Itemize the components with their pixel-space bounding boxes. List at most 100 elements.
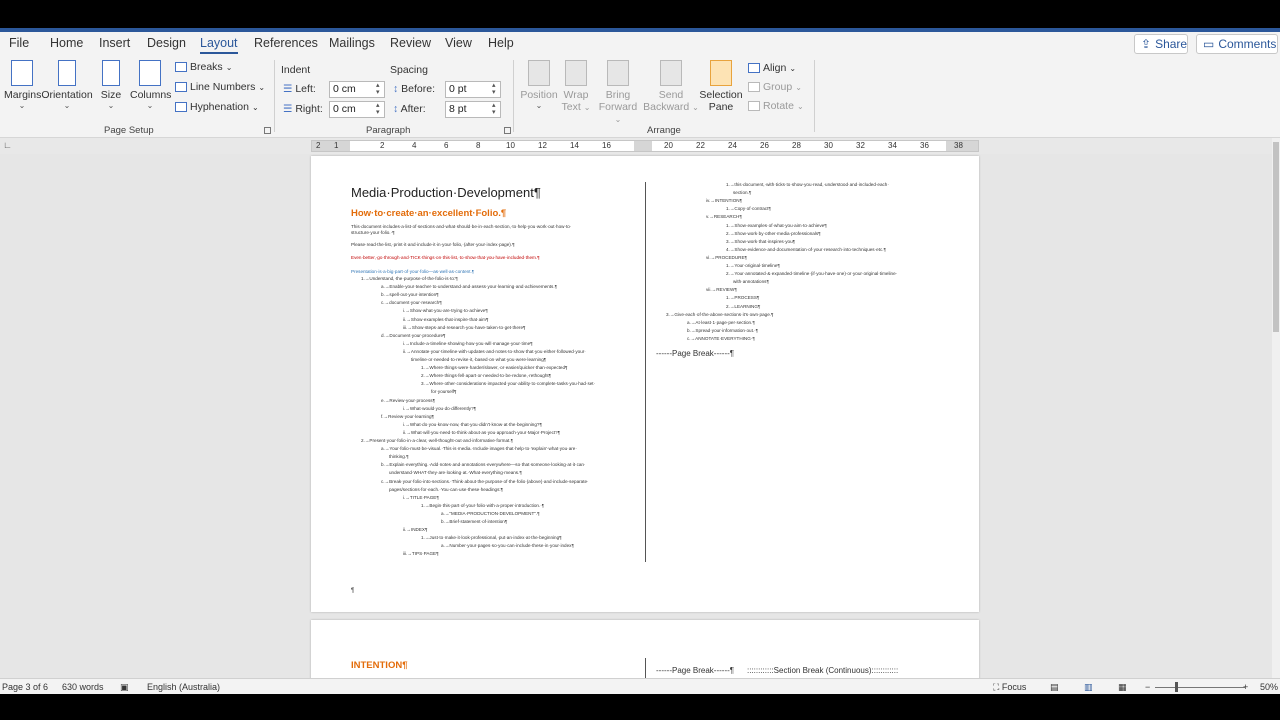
bring-forward-button[interactable]: Bring Forward ⌄ [594,60,642,126]
breaks-button[interactable]: Breaks ⌄ [175,61,232,73]
proofing-icon[interactable]: ▣ [120,682,129,693]
left-list-line: d.→Document·your·procedure¶ [381,332,446,338]
ruler-number: 32 [856,141,865,150]
page-setup-launcher-icon[interactable] [264,127,271,134]
left-list-line: ii.→What·will·you·need·to·think·about·as… [403,429,561,435]
paragraph-launcher-icon[interactable] [504,127,511,134]
wrap-text-icon [565,60,587,86]
right-list-line: vi.→PROCEDURE¶ [706,254,748,260]
spacing-before-input[interactable]: 0 pt [445,81,501,98]
size-button[interactable]: Size ⌄ [98,60,124,110]
tab-file[interactable]: File [9,36,29,50]
zoom-out-icon[interactable]: − [1145,682,1150,692]
margins-icon [11,60,33,86]
group-button[interactable]: Group ⌄ [748,81,802,93]
align-icon [748,63,760,73]
left-list-line: b.→spell·out·your·intention¶ [381,292,439,298]
indent-right-input[interactable]: 0 cm [329,101,385,118]
ruler-number: 34 [888,141,897,150]
breaks-label: Breaks [190,61,223,73]
backward-label-text: Backward [643,101,690,113]
selection-label: Selection [699,89,743,101]
margins-button[interactable]: Margins ⌄ [4,60,41,110]
web-layout-icon[interactable]: ▦ [1118,682,1127,693]
tab-home[interactable]: Home [50,36,83,50]
spacing-after-icon: ↕ [393,103,399,115]
word-count[interactable]: 630 words [62,682,104,692]
left-list-line: i.→What·would·you·do·differently?¶ [403,405,477,411]
tab-mailings[interactable]: Mailings [329,36,375,50]
tab-layout[interactable]: Layout [200,36,238,54]
bring-forward-icon [607,60,629,86]
wrap-text-button[interactable]: Wrap Text ⌄ [560,60,592,114]
chevron-down-icon: ⌄ [583,103,591,112]
spacing-after-input[interactable]: 8 pt [445,101,501,118]
orientation-label: Orientation [41,89,93,101]
chevron-down-icon: ⌄ [146,101,154,110]
forward-label: Forward ⌄ [594,101,642,126]
document-page[interactable]: Media·Production·Development¶ How·to·cre… [311,156,979,612]
section-break-text: Section Break (Continuous) [773,666,872,675]
heading-excellent-folio: How·to·create·an·excellent·Folio.¶ [351,208,507,219]
right-list-line: a.→At·least·1·page·per·section.¶ [687,319,755,325]
print-layout-icon[interactable]: ▥ [1084,682,1093,693]
right-list-line: 4.→Show·evidence·and·documentation·of·yo… [726,246,887,252]
left-list-line: timeline·or·needed·to·revise·it,·based·o… [411,357,547,362]
pilcrow-mark: ¶ [351,588,355,594]
group-separator [274,60,275,132]
ruler-number: 4 [412,141,417,150]
read-mode-icon[interactable]: ▤ [1050,682,1059,693]
position-button[interactable]: Position ⌄ [520,60,558,110]
horizontal-ruler[interactable]: 2 1 2 4 6 8 10 12 14 16 20 22 24 26 28 3… [311,140,979,152]
left-list-line: 1.→Just·to·make·it·look·professional,·pu… [421,535,562,541]
zoom-in-icon[interactable]: + [1243,682,1248,692]
tab-review[interactable]: Review [390,36,431,50]
chevron-down-icon: ⌄ [18,101,26,110]
indent-right-icon: ☰ [283,103,293,115]
right-list-line: vii.→REVIEW¶ [706,287,737,293]
right-list-line: with·annotations¶ [733,279,769,285]
tab-insert[interactable]: Insert [99,36,130,50]
group-separator [513,60,514,132]
right-list-line: v.→RESEARCH¶ [706,214,742,220]
tab-design[interactable]: Design [147,36,186,50]
indent-left-label: ☰ Left: [283,83,316,95]
chevron-down-icon: ⌄ [789,63,797,73]
left-list-line: 1.→Understand,·the·purpose·of·the·folio·… [361,276,458,281]
focus-button[interactable]: ⛶ Focus [993,682,1026,693]
group-label-text: Group [763,81,793,93]
language-indicator[interactable]: English (Australia) [147,682,220,692]
zoom-slider-thumb[interactable] [1175,682,1178,692]
selection-pane-button[interactable]: Selection Pane [699,60,743,113]
hyphenation-button[interactable]: Hyphenation ⌄ [175,101,259,113]
hyphenation-icon [175,102,187,112]
tab-help[interactable]: Help [488,36,514,50]
group-icon [748,82,760,92]
arrange-group-label: Arrange [647,125,681,136]
send-label: Send [658,89,684,101]
share-button[interactable]: ⇪ Share [1134,34,1188,54]
line-numbers-button[interactable]: Line Numbers ⌄ [175,81,265,93]
page-count[interactable]: Page 3 of 6 [2,682,48,692]
vertical-scrollbar[interactable] [1272,138,1280,678]
tab-view[interactable]: View [445,36,472,50]
indent-left-input[interactable]: 0 cm [329,81,385,98]
orientation-button[interactable]: Orientation ⌄ [41,60,93,110]
wrap-text-label-2: Text [561,101,581,113]
left-list-line: i.→Include·a·timeline·showing·how·you·wi… [403,340,533,346]
zoom-level[interactable]: 50% [1260,682,1278,692]
align-button[interactable]: Align ⌄ [748,62,796,74]
rotate-button[interactable]: Rotate ⌄ [748,100,804,112]
left-list-line: thinking.¶ [389,454,409,460]
send-backward-button[interactable]: Send Backward ⌄ [643,60,699,114]
forward-label-text: Forward [598,101,638,113]
document-page[interactable]: INTENTION¶ ------Page Break------¶ :::::… [311,620,979,678]
ruler-column-gap [634,141,652,151]
columns-button[interactable]: Columns ⌄ [130,60,171,110]
comments-button[interactable]: ▭ Comments [1196,34,1278,54]
heading-intention: INTENTION¶ [351,660,408,671]
scrollbar-thumb[interactable] [1273,142,1279,332]
zoom-slider[interactable] [1155,687,1245,688]
tab-references[interactable]: References [254,36,318,50]
document-workspace[interactable]: Media·Production·Development¶ How·to·cre… [0,154,1280,678]
